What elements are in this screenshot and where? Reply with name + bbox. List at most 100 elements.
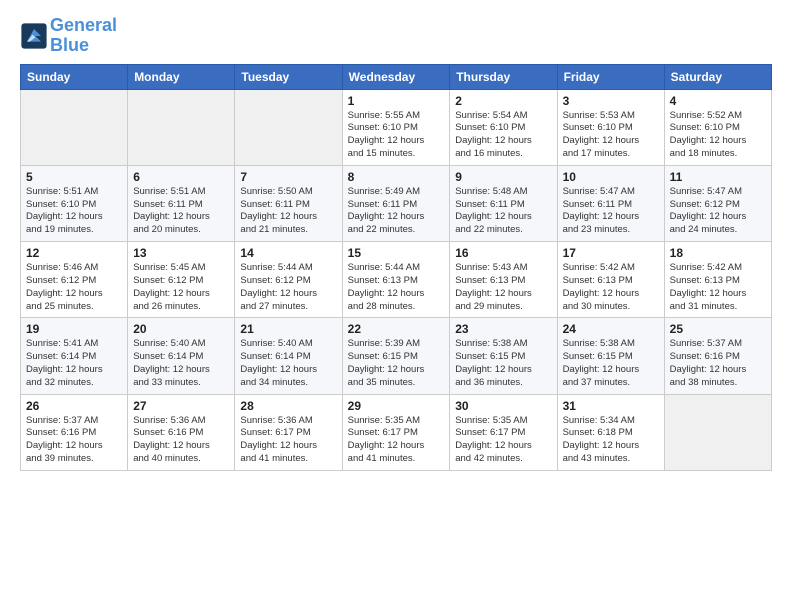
weekday-header-row: SundayMondayTuesdayWednesdayThursdayFrid… xyxy=(21,64,772,89)
calendar-cell: 2 Sunrise: 5:54 AM Sunset: 6:10 PM Daylig… xyxy=(450,89,557,165)
weekday-header: Wednesday xyxy=(342,64,450,89)
day-info: Sunrise: 5:48 AM Sunset: 6:11 PM Dayligh… xyxy=(455,186,551,237)
day-number: 10 xyxy=(563,170,659,184)
day-number: 15 xyxy=(348,246,445,260)
calendar-week-row: 1 Sunrise: 5:55 AM Sunset: 6:10 PM Daylig… xyxy=(21,89,772,165)
day-number: 6 xyxy=(133,170,229,184)
day-number: 25 xyxy=(670,322,766,336)
weekday-header: Thursday xyxy=(450,64,557,89)
calendar-cell: 7 Sunrise: 5:50 AM Sunset: 6:11 PM Daylig… xyxy=(235,165,342,241)
day-number: 21 xyxy=(240,322,336,336)
day-number: 12 xyxy=(26,246,122,260)
day-info: Sunrise: 5:35 AM Sunset: 6:17 PM Dayligh… xyxy=(348,415,445,466)
calendar-cell: 11Sunrise: 5:47 AM Sunset: 6:12 PM Dayli… xyxy=(664,165,771,241)
calendar-cell: 6Sunrise: 5:51 AM Sunset: 6:11 PM Daylig… xyxy=(128,165,235,241)
calendar-week-row: 19 Sunrise: 5:41 AM Sunset: 6:14 PM Dayli… xyxy=(21,318,772,394)
day-info: Sunrise: 5:45 AM Sunset: 6:12 PM Dayligh… xyxy=(133,262,229,313)
day-info: Sunrise: 5:54 AM Sunset: 6:10 PM Dayligh… xyxy=(455,110,551,161)
day-info: Sunrise: 5:47 AM Sunset: 6:11 PM Dayligh… xyxy=(563,186,659,237)
calendar-cell: 13 Sunrise: 5:45 AM Sunset: 6:12 PM Dayli… xyxy=(128,242,235,318)
calendar-cell: 3 Sunrise: 5:53 AM Sunset: 6:10 PM Daylig… xyxy=(557,89,664,165)
day-info: Sunrise: 5:38 AM Sunset: 6:15 PM Dayligh… xyxy=(563,338,659,389)
day-info: Sunrise: 5:35 AM Sunset: 6:17 PM Dayligh… xyxy=(455,415,551,466)
calendar-cell: 9 Sunrise: 5:48 AM Sunset: 6:11 PM Daylig… xyxy=(450,165,557,241)
day-info: Sunrise: 5:52 AM Sunset: 6:10 PM Dayligh… xyxy=(670,110,766,161)
calendar-cell: 5 Sunrise: 5:51 AM Sunset: 6:10 PM Daylig… xyxy=(21,165,128,241)
day-info: Sunrise: 5:50 AM Sunset: 6:11 PM Dayligh… xyxy=(240,186,336,237)
calendar-cell: 24Sunrise: 5:38 AM Sunset: 6:15 PM Dayli… xyxy=(557,318,664,394)
day-number: 20 xyxy=(133,322,229,336)
day-info: Sunrise: 5:37 AM Sunset: 6:16 PM Dayligh… xyxy=(26,415,122,466)
day-number: 22 xyxy=(348,322,445,336)
day-number: 30 xyxy=(455,399,551,413)
day-number: 26 xyxy=(26,399,122,413)
day-info: Sunrise: 5:39 AM Sunset: 6:15 PM Dayligh… xyxy=(348,338,445,389)
calendar-week-row: 26 Sunrise: 5:37 AM Sunset: 6:16 PM Dayli… xyxy=(21,394,772,470)
calendar-cell: 17 Sunrise: 5:42 AM Sunset: 6:13 PM Dayli… xyxy=(557,242,664,318)
day-number: 29 xyxy=(348,399,445,413)
day-number: 1 xyxy=(348,94,445,108)
day-info: Sunrise: 5:42 AM Sunset: 6:13 PM Dayligh… xyxy=(670,262,766,313)
day-info: Sunrise: 5:53 AM Sunset: 6:10 PM Dayligh… xyxy=(563,110,659,161)
calendar-cell: 15 Sunrise: 5:44 AM Sunset: 6:13 PM Dayli… xyxy=(342,242,450,318)
day-info: Sunrise: 5:55 AM Sunset: 6:10 PM Dayligh… xyxy=(348,110,445,161)
calendar-cell xyxy=(664,394,771,470)
weekday-header: Tuesday xyxy=(235,64,342,89)
day-number: 4 xyxy=(670,94,766,108)
page: General Blue SundayMondayTuesdayWednesda… xyxy=(0,0,792,612)
calendar-cell: 29 Sunrise: 5:35 AM Sunset: 6:17 PM Dayli… xyxy=(342,394,450,470)
day-info: Sunrise: 5:44 AM Sunset: 6:12 PM Dayligh… xyxy=(240,262,336,313)
day-number: 23 xyxy=(455,322,551,336)
calendar-cell: 14 Sunrise: 5:44 AM Sunset: 6:12 PM Dayli… xyxy=(235,242,342,318)
day-info: Sunrise: 5:51 AM Sunset: 6:10 PM Dayligh… xyxy=(26,186,122,237)
calendar-cell: 27Sunrise: 5:36 AM Sunset: 6:16 PM Dayli… xyxy=(128,394,235,470)
calendar-week-row: 12 Sunrise: 5:46 AM Sunset: 6:12 PM Dayli… xyxy=(21,242,772,318)
day-info: Sunrise: 5:34 AM Sunset: 6:18 PM Dayligh… xyxy=(563,415,659,466)
day-number: 8 xyxy=(348,170,445,184)
calendar-cell: 25Sunrise: 5:37 AM Sunset: 6:16 PM Dayli… xyxy=(664,318,771,394)
calendar-cell: 1 Sunrise: 5:55 AM Sunset: 6:10 PM Daylig… xyxy=(342,89,450,165)
day-number: 13 xyxy=(133,246,229,260)
calendar-week-row: 5 Sunrise: 5:51 AM Sunset: 6:10 PM Daylig… xyxy=(21,165,772,241)
calendar-cell: 30 Sunrise: 5:35 AM Sunset: 6:17 PM Dayli… xyxy=(450,394,557,470)
calendar-cell: 18 Sunrise: 5:42 AM Sunset: 6:13 PM Dayli… xyxy=(664,242,771,318)
day-info: Sunrise: 5:38 AM Sunset: 6:15 PM Dayligh… xyxy=(455,338,551,389)
day-number: 17 xyxy=(563,246,659,260)
day-number: 28 xyxy=(240,399,336,413)
day-number: 7 xyxy=(240,170,336,184)
day-info: Sunrise: 5:49 AM Sunset: 6:11 PM Dayligh… xyxy=(348,186,445,237)
weekday-header: Saturday xyxy=(664,64,771,89)
weekday-header: Sunday xyxy=(21,64,128,89)
calendar-cell: 26 Sunrise: 5:37 AM Sunset: 6:16 PM Dayli… xyxy=(21,394,128,470)
day-number: 11 xyxy=(670,170,766,184)
day-info: Sunrise: 5:44 AM Sunset: 6:13 PM Dayligh… xyxy=(348,262,445,313)
day-info: Sunrise: 5:41 AM Sunset: 6:14 PM Dayligh… xyxy=(26,338,122,389)
day-info: Sunrise: 5:43 AM Sunset: 6:13 PM Dayligh… xyxy=(455,262,551,313)
day-number: 14 xyxy=(240,246,336,260)
day-number: 9 xyxy=(455,170,551,184)
day-info: Sunrise: 5:40 AM Sunset: 6:14 PM Dayligh… xyxy=(133,338,229,389)
calendar-cell: 16 Sunrise: 5:43 AM Sunset: 6:13 PM Dayli… xyxy=(450,242,557,318)
calendar-cell: 10 Sunrise: 5:47 AM Sunset: 6:11 PM Dayli… xyxy=(557,165,664,241)
calendar-cell xyxy=(128,89,235,165)
day-number: 19 xyxy=(26,322,122,336)
day-number: 31 xyxy=(563,399,659,413)
day-info: Sunrise: 5:36 AM Sunset: 6:17 PM Dayligh… xyxy=(240,415,336,466)
logo-text: General Blue xyxy=(50,16,117,56)
calendar-cell: 21 Sunrise: 5:40 AM Sunset: 6:14 PM Dayli… xyxy=(235,318,342,394)
day-number: 16 xyxy=(455,246,551,260)
day-number: 5 xyxy=(26,170,122,184)
day-info: Sunrise: 5:42 AM Sunset: 6:13 PM Dayligh… xyxy=(563,262,659,313)
day-info: Sunrise: 5:40 AM Sunset: 6:14 PM Dayligh… xyxy=(240,338,336,389)
calendar-cell xyxy=(235,89,342,165)
day-number: 27 xyxy=(133,399,229,413)
logo: General Blue xyxy=(20,16,117,56)
day-number: 2 xyxy=(455,94,551,108)
calendar: SundayMondayTuesdayWednesdayThursdayFrid… xyxy=(20,64,772,471)
calendar-cell: 28 Sunrise: 5:36 AM Sunset: 6:17 PM Dayli… xyxy=(235,394,342,470)
day-number: 18 xyxy=(670,246,766,260)
day-number: 3 xyxy=(563,94,659,108)
calendar-cell: 4 Sunrise: 5:52 AM Sunset: 6:10 PM Daylig… xyxy=(664,89,771,165)
day-info: Sunrise: 5:46 AM Sunset: 6:12 PM Dayligh… xyxy=(26,262,122,313)
calendar-cell xyxy=(21,89,128,165)
